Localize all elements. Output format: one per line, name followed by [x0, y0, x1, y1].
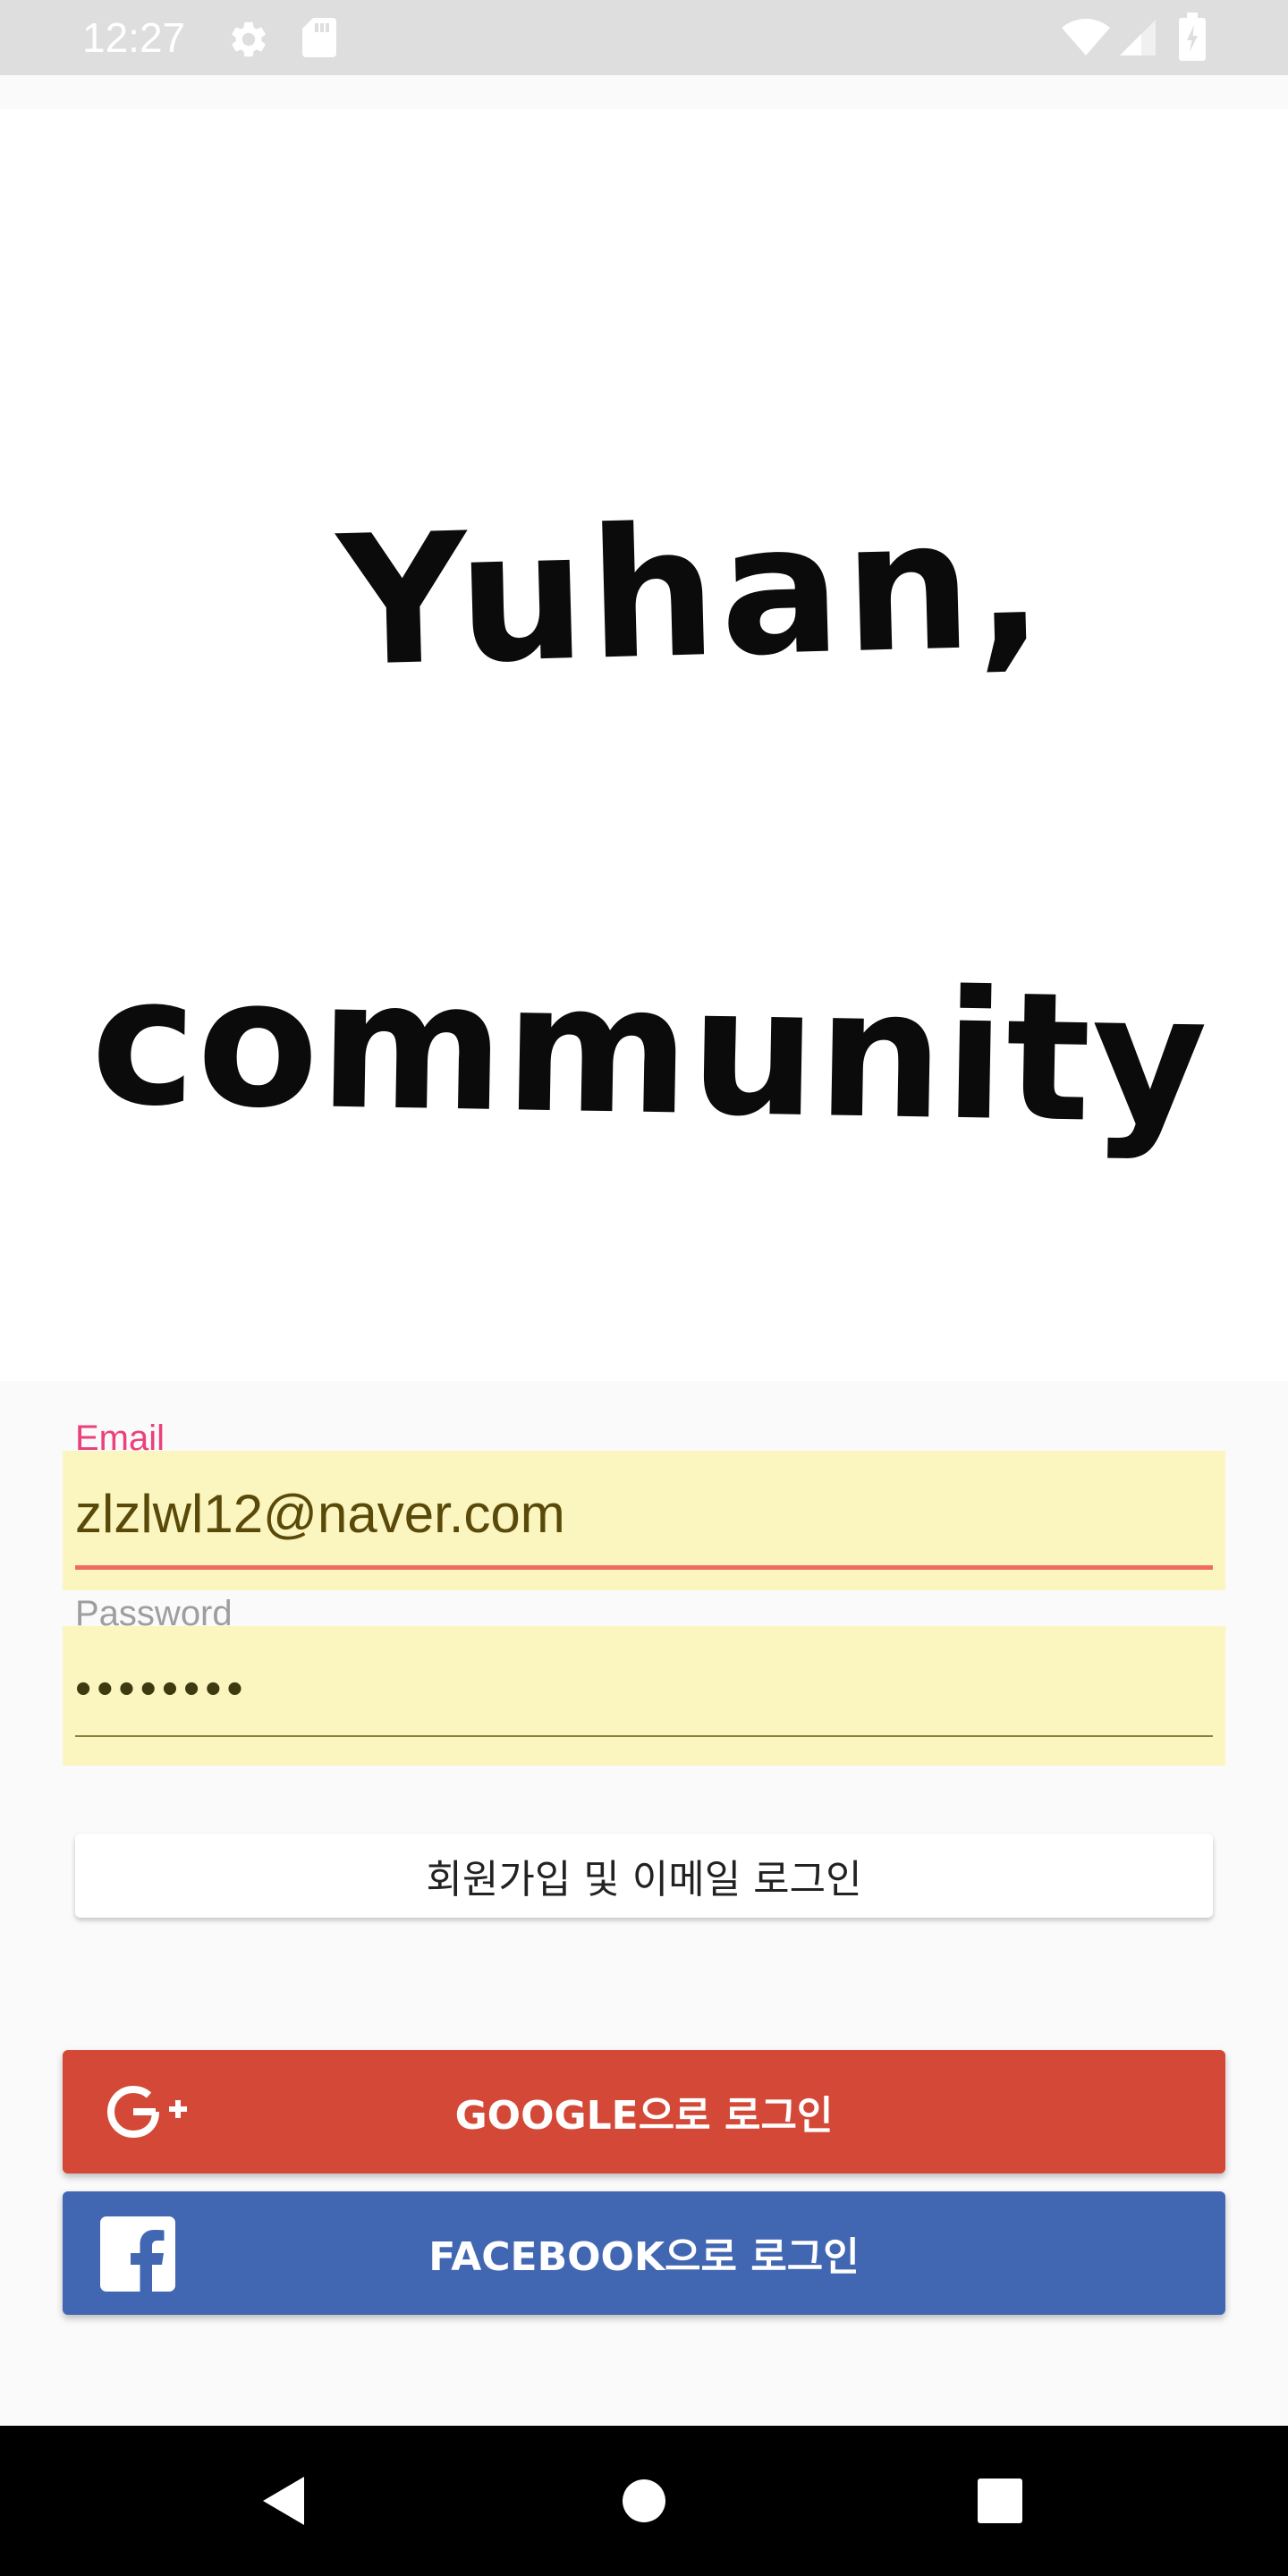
nav-back-button[interactable]: [195, 2426, 374, 2576]
google-login-label: GOOGLE으로 로그인: [454, 2093, 834, 2139]
email-underline: [75, 1565, 1213, 1570]
home-icon: [623, 2479, 665, 2522]
battery-icon: [1179, 13, 1206, 61]
password-field[interactable]: [75, 1644, 1222, 1733]
signal-icon: [1120, 20, 1156, 55]
wifi-icon: [1062, 19, 1110, 55]
facebook-login-label: FACEBOOK으로 로그인: [428, 2234, 860, 2280]
email-field[interactable]: [75, 1469, 1222, 1558]
signup-email-login-button[interactable]: 회원가입 및 이메일 로그인: [75, 1834, 1213, 1918]
status-bar: 12:27: [0, 0, 1288, 75]
navigation-bar: [0, 2426, 1288, 2576]
status-time: 12:27: [82, 14, 186, 61]
email-field-container: [63, 1451, 1225, 1590]
logo-text-line-2: community: [89, 937, 1210, 1164]
sd-card-icon: [302, 18, 336, 57]
nav-home-button[interactable]: [555, 2426, 733, 2576]
logo-text-line-1: Yuhan,: [335, 479, 1050, 707]
signup-email-login-label: 회원가입 및 이메일 로그인: [426, 1857, 862, 1902]
google-login-button[interactable]: GOOGLE으로 로그인: [63, 2050, 1225, 2174]
recents-icon: [978, 2479, 1022, 2523]
logo-panel: Yuhan, community: [0, 109, 1288, 1381]
password-underline: [75, 1735, 1213, 1737]
password-field-container: [63, 1626, 1225, 1766]
facebook-login-button[interactable]: FACEBOOK으로 로그인: [63, 2191, 1225, 2315]
nav-recents-button[interactable]: [911, 2426, 1089, 2576]
settings-icon: [232, 21, 266, 57]
back-icon: [263, 2477, 304, 2525]
